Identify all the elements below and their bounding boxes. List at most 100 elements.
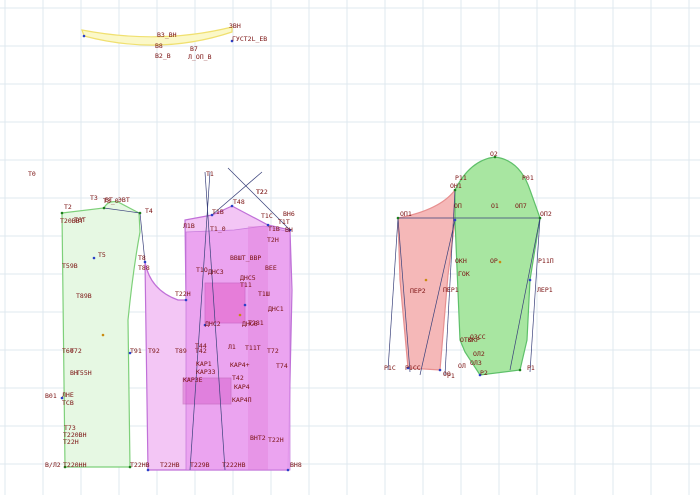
point-label-misc: Т0 xyxy=(28,170,36,178)
point-label-collar: В3_ВН xyxy=(157,31,177,39)
point-label-collar: В7 xyxy=(190,45,198,53)
pattern-point[interactable] xyxy=(424,278,428,282)
point-label-front: ВТ xyxy=(105,196,113,204)
point-label-back: КАР4П xyxy=(232,396,252,404)
point-label-back: КАР4 xyxy=(234,383,250,391)
point-label-back: Т1С xyxy=(261,212,273,220)
point-label-back: Т281 xyxy=(248,319,264,327)
pattern-point[interactable] xyxy=(102,206,106,210)
back-piece[interactable] xyxy=(144,205,293,471)
point-label-front: Т92 xyxy=(148,347,160,355)
point-label-sleeve: ОЗСС xyxy=(470,333,486,341)
point-label-back: Т74 xyxy=(276,362,288,370)
point-label-sleeve: ОКН xyxy=(455,257,467,265)
point-label-front: ТСВ xyxy=(62,399,74,407)
point-label-back: КАР1 xyxy=(196,360,212,368)
point-label-back: Т48 xyxy=(233,198,245,206)
point-label-sleeve: О1 xyxy=(491,202,499,210)
point-label-front: Т22НВ xyxy=(130,461,150,469)
point-label-sleeve: Р1 xyxy=(447,372,455,380)
point-label-back: Л1В xyxy=(183,222,195,230)
pattern-point[interactable] xyxy=(286,468,290,472)
pattern-point[interactable] xyxy=(101,333,105,337)
pattern-point[interactable] xyxy=(396,216,400,220)
pattern-point[interactable] xyxy=(498,260,502,264)
point-label-sleeve: ПЕР1 xyxy=(443,286,459,294)
point-label-back: Т89 xyxy=(175,347,187,355)
point-label-back: ВН8 xyxy=(290,461,302,469)
pattern-point[interactable] xyxy=(238,313,242,317)
point-label-front: Т89В xyxy=(76,292,92,300)
pattern-canvas[interactable]: В3_ВН 3ВН ГУСТ2L_ЕВ В8 В7 В2_В Л_ОП_В Т2 Т3 Т3_0 Э… xyxy=(0,0,700,495)
pattern-point[interactable] xyxy=(528,278,532,282)
pattern-svg[interactable]: В3_ВН3ВНГУСТ2L_ЕВВ8 В7В2_В Л_ОП_ВТ2Т3 Т3_0 Э… xyxy=(0,0,700,495)
point-label-back: ВНТ2 xyxy=(250,434,266,442)
point-label-back: Т1Ш xyxy=(258,290,270,298)
point-label-sleeve: ОЛ2 xyxy=(473,350,485,358)
point-label-collar: В2_В xyxy=(155,52,171,60)
point-label-sleeve: Р01 xyxy=(522,174,534,182)
point-label-back: Т44 xyxy=(195,342,207,350)
point-label-sleeve: ОН1 xyxy=(450,182,462,190)
point-label-back: Л1 xyxy=(228,343,236,351)
point-label-front: Т72 xyxy=(70,347,82,355)
point-label-front: Т55Н xyxy=(76,369,92,377)
point-label-sleeve: Р1 xyxy=(527,364,535,372)
point-label-front: Т91 xyxy=(130,347,142,355)
point-label-front: В01 xyxy=(45,392,57,400)
point-label-front: ЭВТ xyxy=(118,196,130,204)
point-label-collar: В8 xyxy=(155,42,163,50)
point-label-back: Т222НВ xyxy=(222,461,246,469)
point-label-back: Т1Т xyxy=(278,218,290,226)
pattern-point[interactable] xyxy=(82,34,86,38)
point-label-back: КАРЗ3 xyxy=(196,368,216,376)
point-label-sleeve: ЛЕР1 xyxy=(537,286,553,294)
point-label-back: Т11 xyxy=(240,281,252,289)
point-label-back: ДНС1 xyxy=(268,305,284,313)
point-label-back: Т11Т xyxy=(245,344,261,352)
point-label-sleeve: ОР xyxy=(490,257,498,265)
point-label-back: Т1В xyxy=(268,225,280,233)
pattern-point[interactable] xyxy=(92,256,96,260)
point-label-back: КАР3Е xyxy=(183,376,203,384)
back-dart-area[interactable] xyxy=(204,282,246,324)
pattern-point[interactable] xyxy=(243,303,247,307)
point-label-sleeve: О2 xyxy=(490,150,498,158)
pattern-point[interactable] xyxy=(138,211,142,215)
point-label-back: Т22НВ xyxy=(160,461,180,469)
point-label-front: Т6Т xyxy=(74,216,86,224)
point-label-back: ДНС2 xyxy=(205,320,221,328)
point-label-back: Т229В xyxy=(190,461,210,469)
point-label-back: Т1В xyxy=(212,208,224,216)
point-label-back: ВВШТ_ВВР xyxy=(230,254,261,262)
point-label-front: ВН xyxy=(70,369,78,377)
point-label-sleeve: Р2 xyxy=(480,369,488,377)
pattern-point[interactable] xyxy=(60,211,64,215)
point-label-front: Т73 xyxy=(64,424,76,432)
point-label-back: Т1_0 xyxy=(210,225,226,233)
point-label-back: ВН6 xyxy=(283,210,295,218)
point-label-front: Т5 xyxy=(98,251,106,259)
point-label-back: ДНС3 xyxy=(208,268,224,276)
point-label-back: КАР4+ xyxy=(230,361,250,369)
point-label-back: Т22Н xyxy=(268,436,284,444)
point-label-front: В/Л2 xyxy=(45,461,61,469)
point-label-sleeve: ГОК xyxy=(458,270,470,278)
point-label-front: Т2 xyxy=(64,203,72,211)
point-label-front: ЛНЕ xyxy=(62,391,74,399)
point-label-sleeve: ОП xyxy=(454,202,462,210)
point-label-back: ВЕЕ xyxy=(265,264,277,272)
point-label-front: Т22Н xyxy=(63,438,79,446)
point-label-front: Т88 xyxy=(138,264,150,272)
pattern-point[interactable] xyxy=(146,468,150,472)
point-label-sleeve: Р11 xyxy=(455,174,467,182)
point-label-back: Т1 xyxy=(206,170,214,178)
point-label-sleeve: ОП1 xyxy=(400,210,412,218)
point-label-sleeve: Р1СС xyxy=(405,364,421,372)
pattern-point[interactable] xyxy=(184,298,188,302)
pattern-point[interactable] xyxy=(453,218,457,222)
point-label-back: Т42 xyxy=(232,374,244,382)
point-label-front: Т8 xyxy=(138,254,146,262)
pattern-point[interactable] xyxy=(518,368,522,372)
pattern-point[interactable] xyxy=(438,368,442,372)
